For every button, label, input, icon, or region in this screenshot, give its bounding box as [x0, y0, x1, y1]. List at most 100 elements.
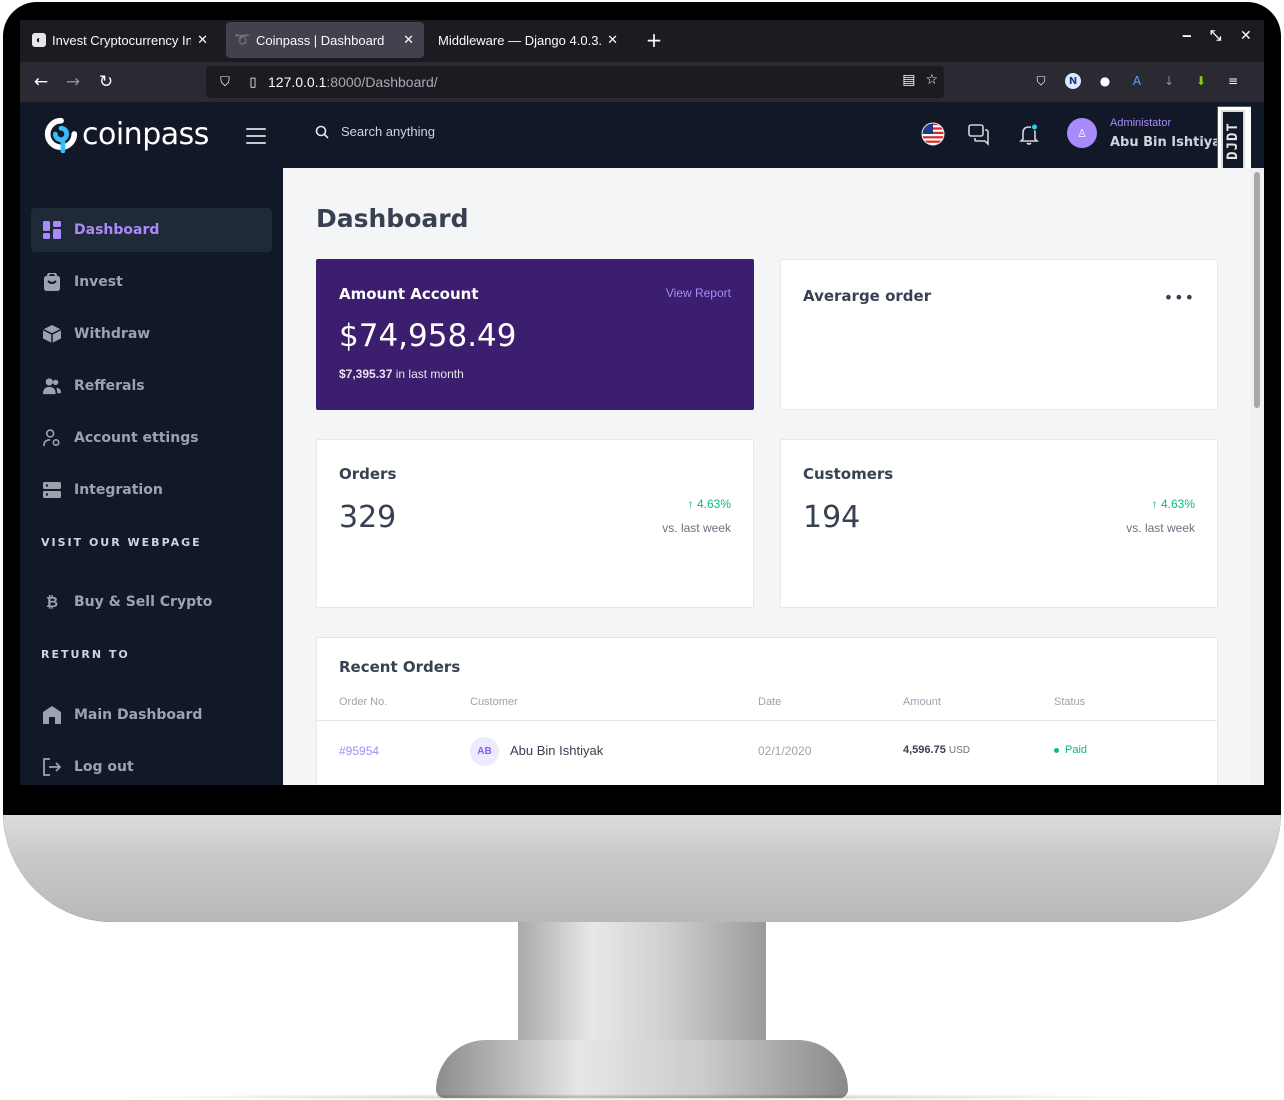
amount-account-card: Amount Account View Report $74,958.49 $7… — [316, 259, 754, 410]
orders-trend: ↑ 4.63% — [687, 497, 731, 511]
tab-label: Invest Cryptocurrency Inst — [52, 32, 192, 48]
section-title-visit-webpage: VISIT OUR WEBPAGE — [41, 536, 202, 549]
column-header-status[interactable]: Status — [1054, 696, 1085, 708]
top-header: Search anything ♙ Administator Abu Bin I… — [283, 102, 1264, 176]
sidebar-item-label: Refferals — [74, 378, 145, 394]
last-month-amount: $7,395.37 in last month — [339, 367, 464, 381]
arrow-up-icon: ↑ — [1151, 497, 1158, 511]
sidebar-item-label: Main Dashboard — [74, 707, 203, 723]
tab-label: Middleware — Django 4.0.3.de — [438, 32, 602, 48]
search-input[interactable]: Search anything — [341, 124, 435, 139]
user-role: Administator — [1110, 117, 1172, 129]
customers-trend: ↑ 4.63% — [1151, 497, 1195, 511]
search-box[interactable]: Search anything — [315, 124, 435, 139]
coinpass-logo-icon — [44, 117, 78, 153]
more-options-icon[interactable]: ••• — [1164, 288, 1195, 307]
reload-icon[interactable]: ↻ — [94, 70, 118, 94]
bookmark-star-icon[interactable]: ☆ — [925, 72, 938, 88]
home-icon — [43, 706, 61, 724]
customer-avatar: AB — [470, 737, 499, 766]
monitor-stand-neck — [518, 922, 766, 1040]
section-title-return-to: RETURN TO — [41, 648, 130, 661]
sidebar-item-invest[interactable]: Invest — [31, 260, 272, 304]
status-badge: Paid — [1054, 744, 1087, 756]
translate-icon[interactable]: ▤ — [902, 72, 915, 88]
sidebar-item-logout[interactable]: Log out — [31, 745, 272, 785]
address-bar[interactable]: ⛉ ▯ 127.0.0.1:8000/Dashboard/ ▤ ☆ — [206, 66, 944, 98]
search-icon — [315, 125, 329, 139]
box-icon — [43, 325, 61, 343]
sidebar-item-label: Account ettings — [74, 430, 199, 446]
sidebar-item-buy-sell-crypto[interactable]: ₿ Buy & Sell Crypto — [31, 580, 272, 624]
pocket-icon[interactable]: ⛉ — [1030, 70, 1052, 92]
sidebar-item-label: Invest — [74, 274, 123, 290]
translate-extension-icon[interactable]: A — [1126, 70, 1148, 92]
coinpass-favicon-icon: ➰ — [234, 32, 252, 47]
chat-icon[interactable] — [967, 122, 991, 146]
sidebar-item-account-settings[interactable]: Account ettings — [31, 416, 272, 460]
restore-button[interactable]: ⤡ — [1210, 28, 1221, 44]
tab-close-icon[interactable]: ✕ — [607, 32, 618, 48]
column-header-amount[interactable]: Amount — [903, 696, 941, 708]
customers-count: 194 — [803, 500, 861, 535]
orders-card: Orders 329 ↑ 4.63% vs. last week — [316, 439, 754, 608]
back-arrow-icon[interactable]: ← — [29, 70, 53, 94]
menu-icon[interactable]: ≡ — [1222, 70, 1244, 92]
order-date: 02/1/2020 — [758, 744, 812, 758]
column-header-date[interactable]: Date — [758, 696, 781, 708]
user-settings-icon — [43, 429, 61, 447]
coinpass-logo[interactable]: coinpass — [42, 114, 209, 154]
card-title: Recent Orders — [339, 658, 461, 676]
scrollbar-thumb[interactable] — [1254, 172, 1260, 408]
django-debug-toolbar-handle[interactable]: DJDT — [1217, 106, 1251, 176]
extension-n-icon[interactable]: N — [1062, 70, 1084, 92]
notification-bell-icon[interactable] — [1017, 122, 1041, 146]
sidebar-item-refferals[interactable]: Refferals — [31, 364, 272, 408]
customer-name: Abu Bin Ishtiyak — [510, 743, 604, 758]
hamburger-menu-icon[interactable] — [246, 128, 266, 144]
view-report-link[interactable]: View Report — [666, 286, 731, 300]
djdt-label: DJDT — [1225, 122, 1241, 160]
site-favicon-icon: ◐ — [32, 33, 46, 47]
extension-download-icon[interactable]: ⬇ — [1190, 70, 1212, 92]
sidebar-item-label: Log out — [74, 759, 134, 775]
download-icon[interactable]: ↓ — [1158, 70, 1180, 92]
sidebar-item-integration[interactable]: Integration — [31, 468, 272, 512]
monitor-stand-base — [436, 1040, 848, 1098]
sidebar-item-dashboard[interactable]: Dashboard — [31, 208, 272, 252]
tab-close-icon[interactable]: ✕ — [403, 32, 414, 48]
orders-count: 329 — [339, 500, 397, 535]
account-amount: $74,958.49 — [339, 318, 517, 354]
table-divider — [317, 720, 1217, 721]
us-flag-icon[interactable] — [921, 122, 945, 146]
minimize-button[interactable]: ‒ — [1182, 28, 1192, 44]
sidebar-item-label: Buy & Sell Crypto — [74, 594, 213, 610]
browser-nav-bar: ← → ↻ ⛉ ▯ 127.0.0.1:8000/Dashboard/ ▤ ☆ … — [20, 62, 1264, 102]
main-content: Dashboard Amount Account View Report $74… — [283, 168, 1251, 785]
column-header-customer[interactable]: Customer — [470, 696, 518, 708]
page-scrollbar[interactable] — [1251, 168, 1264, 785]
column-header-order-no[interactable]: Order No. — [339, 696, 387, 708]
extension-orb-icon[interactable]: ● — [1094, 70, 1116, 92]
tab-close-icon[interactable]: ✕ — [197, 32, 208, 48]
bag-icon — [43, 273, 61, 291]
trend-note: vs. last week — [662, 521, 731, 535]
trend-note: vs. last week — [1126, 521, 1195, 535]
coinpass-app: coinpass Dashboard Invest Withdraw Reffe… — [20, 102, 1264, 785]
sidebar-item-main-dashboard[interactable]: Main Dashboard — [31, 693, 272, 737]
logo-text: coinpass — [82, 116, 209, 152]
user-avatar[interactable]: ♙ — [1067, 118, 1097, 148]
new-tab-button[interactable]: + — [642, 26, 666, 54]
page-icon: ▯ — [249, 74, 257, 90]
monitor-chin — [3, 815, 1281, 922]
tab-invest[interactable]: ◐ Invest Cryptocurrency Inst ✕ — [22, 22, 218, 58]
tab-django-middleware[interactable]: Middleware — Django 4.0.3.de ✕ — [428, 22, 628, 58]
order-number-link[interactable]: #95954 — [339, 744, 379, 758]
forward-arrow-icon[interactable]: → — [61, 70, 85, 94]
url-text[interactable]: 127.0.0.1:8000/Dashboard/ — [268, 74, 438, 90]
close-window-button[interactable]: ✕ — [1240, 28, 1252, 44]
shield-icon[interactable]: ⛉ — [216, 75, 234, 90]
server-icon — [43, 481, 61, 499]
tab-coinpass-dashboard[interactable]: ➰ Coinpass | Dashboard ✕ — [226, 22, 424, 58]
sidebar-item-withdraw[interactable]: Withdraw — [31, 312, 272, 356]
